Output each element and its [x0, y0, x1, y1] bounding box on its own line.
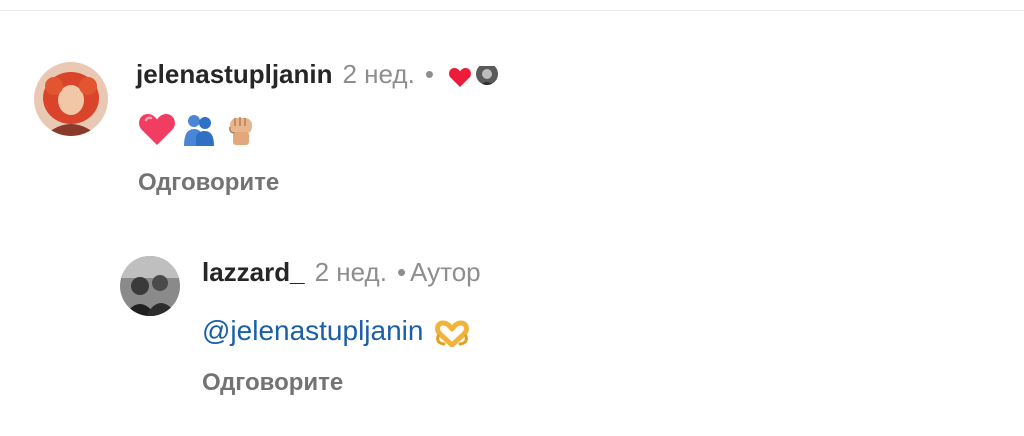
separator-dot: •: [424, 59, 434, 89]
reply-button[interactable]: Одговорите: [138, 168, 279, 198]
avatar-image-lazzard: [120, 256, 180, 316]
username[interactable]: lazzard_: [202, 257, 305, 287]
username[interactable]: jelenastupljanin: [136, 59, 333, 89]
top-divider: [0, 10, 1024, 11]
separator-dot: •: [396, 257, 407, 287]
comment-text: @jelenastupljanin: [202, 314, 470, 352]
timestamp: 2 нед.: [342, 59, 415, 89]
author-mini-avatar-icon: [475, 63, 498, 86]
people-hugging-emoji-icon: [182, 112, 216, 151]
heart-emoji-icon: [138, 112, 176, 151]
timestamp: 2 нед.: [314, 257, 387, 287]
avatar-image-jelenastupljanin: [34, 62, 108, 136]
avatar[interactable]: [34, 62, 108, 136]
heart-hands-emoji-icon: [434, 319, 470, 352]
comment-meta: jelenastupljanin 2 нед. •: [136, 58, 498, 90]
raised-fist-emoji-icon: [225, 112, 257, 151]
author-liked-heart-icon: [448, 63, 472, 88]
comment-meta: lazzard_ 2 нед. • Аутор: [202, 256, 481, 288]
mention-link[interactable]: @jelenastupljanin: [202, 315, 423, 346]
avatar[interactable]: [120, 256, 180, 316]
comment-text: [138, 112, 257, 151]
author-badge: Аутор: [410, 257, 481, 287]
reply-button[interactable]: Одговорите: [202, 368, 343, 398]
